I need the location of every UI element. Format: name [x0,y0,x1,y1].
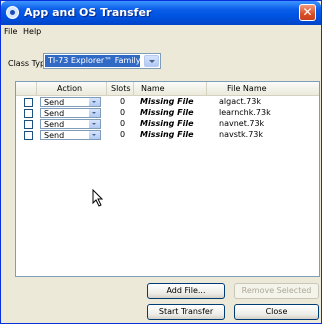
slots-cell: 0 [120,119,126,128]
header-slots[interactable]: Slots [107,82,134,95]
header-action[interactable]: Action [37,82,107,95]
file-name-cell: navstk.73k [219,130,263,139]
menu-file[interactable]: File [4,26,17,38]
row-checkbox[interactable] [24,98,33,107]
row-checkbox[interactable] [24,120,33,129]
name-cell: Missing File [140,130,194,139]
mouse-pointer-icon [92,189,104,207]
class-type-select[interactable]: TI-73 Explorer™ Family [43,53,161,69]
file-name-cell: learnchk.73k [219,108,271,117]
menu-help[interactable]: Help [23,26,41,38]
action-value: Send [44,131,65,140]
header-checkbox-column [16,82,37,95]
action-value: Send [44,98,65,107]
class-type-value: TI-73 Explorer™ Family [45,55,140,67]
chevron-down-icon[interactable] [89,120,100,128]
start-transfer-button[interactable]: Start Transfer [147,304,225,320]
table-header: Action Slots Name File Name [16,82,319,96]
action-value: Send [44,109,65,118]
title-bar[interactable]: App and OS Transfer ✕ [1,1,321,25]
transfer-table[interactable]: Action Slots Name File Name Send 0 Missi… [15,81,320,277]
table-row[interactable]: Send 0 Missing File navstk.73k [16,130,319,140]
action-select[interactable]: Send [40,130,101,140]
action-value: Send [44,120,65,129]
close-button[interactable]: Close [234,304,319,320]
close-icon: ✕ [302,5,313,19]
slots-cell: 0 [120,130,126,139]
menu-bar: File Help [1,26,321,38]
name-cell: Missing File [140,97,194,106]
name-cell: Missing File [140,108,194,117]
chevron-down-icon[interactable] [89,131,100,139]
action-select[interactable]: Send [40,108,101,118]
remove-selected-button[interactable]: Remove Selected [234,283,319,299]
chevron-down-icon[interactable] [89,98,100,106]
app-os-transfer-window: App and OS Transfer ✕ File Help Class Ty… [0,0,322,324]
close-window-button[interactable]: ✕ [299,4,316,21]
action-select[interactable]: Send [40,97,101,107]
header-name[interactable]: Name [134,82,207,95]
slots-cell: 0 [120,108,126,117]
name-cell: Missing File [140,119,194,128]
action-select[interactable]: Send [40,119,101,129]
header-file-name[interactable]: File Name [207,82,319,95]
slots-cell: 0 [120,97,126,106]
table-row[interactable]: Send 0 Missing File algact.73k [16,97,319,107]
chevron-down-icon[interactable] [89,109,100,117]
add-file-button[interactable]: Add File... [147,283,225,299]
table-row[interactable]: Send 0 Missing File learnchk.73k [16,108,319,118]
row-checkbox[interactable] [24,131,33,140]
file-name-cell: algact.73k [219,97,261,106]
window-title: App and OS Transfer [24,6,152,19]
table-row[interactable]: Send 0 Missing File navnet.73k [16,119,319,129]
app-icon [6,6,19,19]
row-checkbox[interactable] [24,109,33,118]
file-name-cell: navnet.73k [219,119,265,128]
chevron-down-icon[interactable] [144,55,159,67]
